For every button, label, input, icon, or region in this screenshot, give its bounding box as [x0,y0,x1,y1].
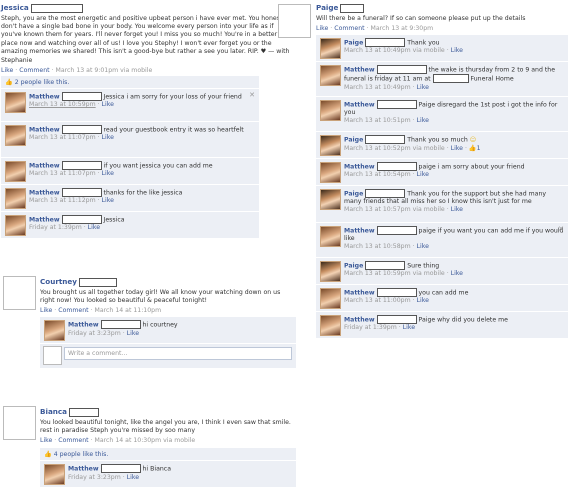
comment: Paige Thank you for the support but she … [316,184,568,222]
comment: Paige Thank you so much ☺ March 13 at 10… [316,130,568,158]
thumbs-up-icon: 👍 [44,451,52,459]
comment: Matthew paige i am sorry about your frie… [316,157,568,185]
avatar[interactable] [320,64,341,86]
avatar[interactable] [44,464,65,486]
author-name[interactable]: Bianca [40,407,67,416]
comment: Matthew hi courtney Friday at 3:23pm · L… [40,316,296,344]
post-meta: Like · Comment · March 13 at 9:30pm [316,24,434,32]
avatar[interactable] [320,37,341,59]
avatar[interactable] [320,260,341,282]
comment: Matthew you can add me March 13 at 11:00… [316,283,568,311]
comment: ✕ Matthew paige if you want you can add … [316,221,568,257]
post-jessica: Jessica Steph, you are the most energeti… [0,0,300,238]
avatar[interactable] [320,134,341,156]
comment: Matthew read your guestbook entry it was… [1,120,259,157]
comment: ✕ Matthew Jessica i am sorry for your lo… [1,87,259,121]
post-text: You brought us all together today girl! … [40,288,281,304]
post-text: Steph, you are the most energetic and po… [1,14,290,64]
comment: Matthew Paige why did you delete me Frid… [316,310,568,338]
close-icon[interactable]: ✕ [558,225,564,233]
comment: Paige Thank you March 13 at 10:49pm via … [316,33,568,61]
avatar[interactable] [320,287,341,309]
comment: Matthew Paige disregard the 1st post i g… [316,95,568,131]
post-meta: Like · Comment · March 14 at 11:10pm [40,307,162,315]
close-icon[interactable]: ✕ [249,91,255,99]
avatar[interactable] [320,99,341,121]
thumbs-up-icon: 👍 [468,145,477,153]
avatar[interactable] [278,4,311,38]
smiley-icon: ☺ [469,136,477,144]
author-name[interactable]: Courtney [40,277,77,286]
avatar[interactable] [320,188,341,210]
comment-link[interactable]: Comment [19,67,49,74]
like-count[interactable]: 👍 2 people like this. [1,75,259,88]
avatar[interactable] [320,161,341,183]
post-time: March 13 at 9:01pm via mobile [55,66,153,74]
comment-input[interactable]: Write a comment... [64,347,292,361]
avatar[interactable] [3,276,36,310]
author-name[interactable]: Jessica [1,3,29,12]
avatar[interactable] [5,124,26,146]
comment: Paige Sure thing March 13 at 10:59pm via… [316,256,568,284]
post-bianca: Bianca You looked beautiful tonight, lik… [0,404,300,504]
post-text: Will there be a funeral? If so can someo… [316,14,526,22]
comment: Matthew thanks for the like jessica Marc… [1,183,259,211]
write-comment-row: Write a comment... [40,343,296,369]
post-meta: Like · Comment · March 14 at 10:30pm via… [40,437,196,445]
avatar[interactable] [3,406,36,440]
redacted-name [30,3,83,13]
post-meta: Like · Comment · March 13 at 9:01pm via … [1,66,153,74]
thumbs-up-icon: 👍 [5,78,13,86]
like-count[interactable]: 👍 4 people like this. [40,448,296,461]
avatar[interactable] [44,320,65,342]
post-paige: Paige Will there be a funeral? If so can… [276,0,570,345]
author-name[interactable]: Paige [316,3,338,12]
comment: Matthew hi Bianca Friday at 3:23pm · Lik… [40,460,296,488]
avatar[interactable] [5,214,26,236]
like-link[interactable]: Like [1,67,13,74]
avatar [43,346,62,366]
comment: Matthew the wake is thursday from 2 to 9… [316,60,568,96]
avatar[interactable] [320,314,341,336]
post-courtney: Courtney You brought us all together tod… [0,274,300,382]
avatar[interactable] [5,91,26,113]
comment: Matthew if you want jessica you can add … [1,156,259,184]
post-text: You looked beautiful tonight, like the a… [40,418,291,434]
avatar[interactable] [5,160,26,182]
comment: Matthew Jessica Friday at 1:39pm · Like [1,210,259,238]
avatar[interactable] [5,187,26,209]
avatar[interactable] [320,225,341,247]
